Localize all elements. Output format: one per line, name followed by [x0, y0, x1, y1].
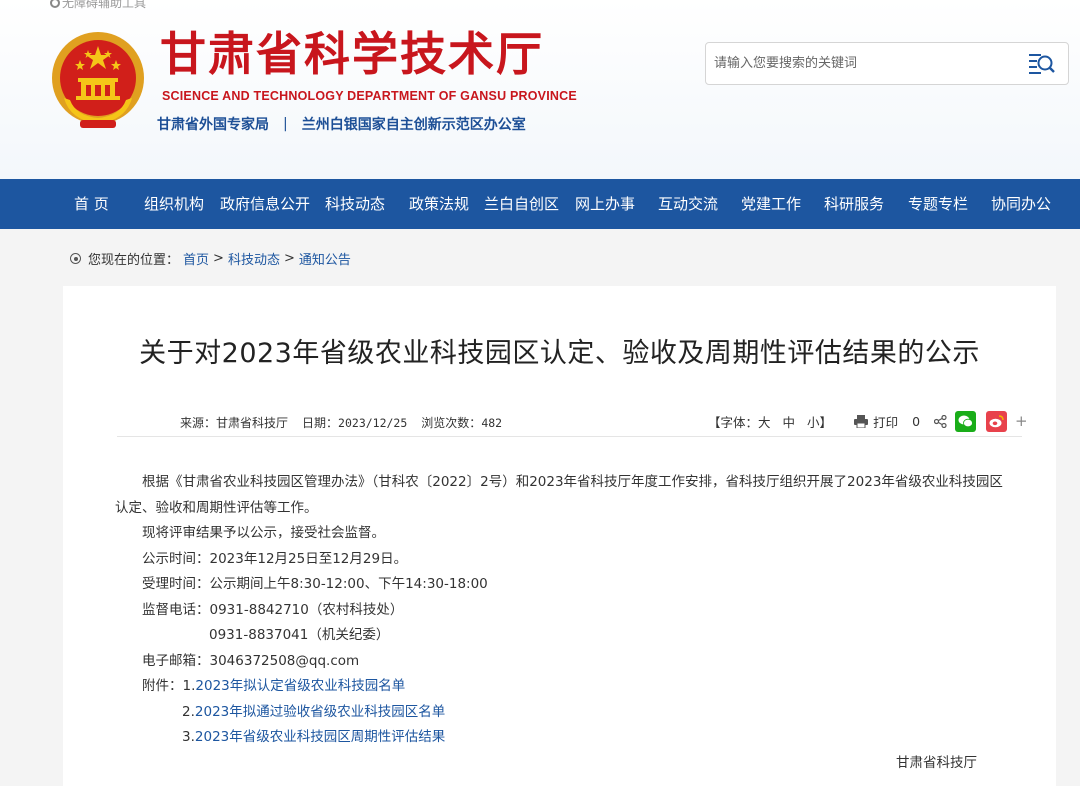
supervision-phone: 0931-8837041（机关纪委）	[209, 627, 390, 643]
share-icon[interactable]	[934, 414, 947, 428]
site-header: 无障碍辅助工具 甘肃省科学技术厅 SCIENCE AND TECHNOLOGY …	[0, 0, 1080, 179]
body-paragraph: 现将评审结果予以公示，接受社会监督。	[142, 525, 385, 541]
article-body: 根据《甘肃省农业科技园区管理办法》（甘科农〔2022〕2号）和2023年省科技厅…	[115, 470, 1015, 751]
printer-icon	[854, 414, 869, 428]
view-count: 浏览次数：482	[421, 416, 503, 430]
print-label: 打印	[873, 414, 899, 430]
nav-item-news[interactable]: 科技动态	[325, 179, 385, 229]
meta-divider	[117, 436, 1022, 437]
source: 来源：甘肃省科技厅	[180, 416, 289, 430]
breadcrumb-sep: >	[213, 251, 224, 266]
share-count: 0	[912, 413, 921, 429]
nav-item-party-building[interactable]: 党建工作	[741, 179, 801, 229]
site-subtitle: 甘肃省外国专家局 | 兰州白银国家自主创新示范区办公室	[157, 114, 526, 134]
nav-item-organization[interactable]: 组织机构	[144, 179, 204, 229]
search-icon[interactable]	[1028, 52, 1056, 76]
font-small-button[interactable]: 小】	[807, 412, 832, 431]
attachment-item: 3.2023年省级农业科技园区周期性评估结果	[182, 729, 446, 745]
nav-item-research-service[interactable]: 科研服务	[824, 179, 884, 229]
attachment-item: 2.2023年拟通过验收省级农业科技园区名单	[182, 703, 446, 720]
nav-item-policy[interactable]: 政策法规	[409, 179, 469, 229]
publish-date: 日期：2023/12/25	[302, 416, 408, 430]
notice-period: 公示时间：2023年12月25日至12月29日。	[142, 550, 408, 567]
breadcrumb-prefix: 您现在的位置：	[88, 253, 180, 268]
article-card: 关于对2023年省级农业科技园区认定、验收及周期性评估结果的公示 来源：甘肃省科…	[63, 286, 1056, 786]
accept-hours: 受理时间：公示期间上午8:30-12:00、下午14:30-18:00	[142, 576, 488, 592]
accessibility-icon	[50, 0, 60, 8]
weibo-glyph-icon	[989, 414, 1004, 427]
nav-item-interaction[interactable]: 互动交流	[658, 179, 718, 229]
article-tools: 【字体： 大 中 小】 打印 0 +	[708, 410, 1028, 432]
body-paragraph: 根据《甘肃省农业科技园区管理办法》（甘科农〔2022〕2号）和2023年省科技厅…	[115, 474, 1003, 516]
contact-email: 电子邮箱：3046372508@qq.com	[142, 652, 360, 669]
nav-item-special-topics[interactable]: 专题专栏	[908, 179, 968, 229]
weibo-share-icon[interactable]	[986, 410, 1008, 432]
subtitle-right: 兰州白银国家自主创新示范区办公室	[301, 117, 526, 133]
wechat-glyph-icon	[958, 415, 973, 427]
attachment-link[interactable]: 2023年省级农业科技园区周期性评估结果	[195, 729, 445, 745]
nav-item-collab-office[interactable]: 协同办公	[991, 179, 1051, 229]
nav-item-online-service[interactable]: 网上办事	[575, 179, 635, 229]
location-icon	[70, 253, 81, 264]
nav-item-lanbai-zone[interactable]: 兰白自创区	[484, 179, 559, 229]
supervision-phone: 监督电话：0931-8842710（农村科技处）	[142, 601, 404, 618]
site-title-english: SCIENCE AND TECHNOLOGY DEPARTMENT OF GAN…	[162, 89, 577, 103]
breadcrumb-sep: >	[283, 251, 295, 266]
search-box	[705, 42, 1069, 85]
article-meta: 来源：甘肃省科技厅 日期：2023/12/25 浏览次数：482	[180, 414, 502, 431]
subtitle-left: 甘肃省外国专家局	[157, 117, 269, 133]
print-button[interactable]: 打印	[854, 412, 898, 431]
breadcrumb-news[interactable]: 科技动态	[228, 249, 280, 268]
search-input[interactable]	[706, 43, 1016, 84]
font-large-button[interactable]: 大	[758, 412, 771, 431]
article-title: 关于对2023年省级农业科技园区认定、验收及周期性评估结果的公示	[139, 338, 980, 369]
more-share-icon[interactable]: +	[1015, 412, 1028, 430]
subtitle-separator: |	[283, 116, 288, 132]
article-signature: 甘肃省科技厅	[896, 755, 977, 771]
breadcrumb-home[interactable]: 首页	[183, 249, 209, 268]
wechat-share-icon[interactable]	[955, 410, 977, 432]
attachment-link[interactable]: 2023年拟认定省级农业科技园名单	[195, 678, 405, 694]
accessibility-toolbar[interactable]: 无障碍辅助工具	[50, 0, 146, 11]
font-medium-button[interactable]: 中	[783, 412, 796, 431]
accessibility-label: 无障碍辅助工具	[62, 0, 147, 10]
national-emblem-icon	[52, 32, 144, 128]
breadcrumb: 您现在的位置： 首页 > 科技动态 > 通知公告	[70, 249, 351, 268]
attachments-label: 附件：1.2023年拟认定省级农业科技园名单	[142, 678, 406, 694]
nav-item-home[interactable]: 首 页	[74, 179, 109, 229]
nav-item-gov-info[interactable]: 政府信息公开	[220, 179, 310, 229]
attachment-link[interactable]: 2023年拟通过验收省级农业科技园区名单	[195, 704, 445, 720]
breadcrumb-notices[interactable]: 通知公告	[299, 249, 351, 268]
site-title: 甘肃省科学技术厅	[160, 27, 544, 81]
main-nav: 首 页 组织机构 政府信息公开 科技动态 政策法规 兰白自创区 网上办事 互动交…	[0, 179, 1080, 229]
font-size-label: 【字体：	[708, 414, 759, 430]
